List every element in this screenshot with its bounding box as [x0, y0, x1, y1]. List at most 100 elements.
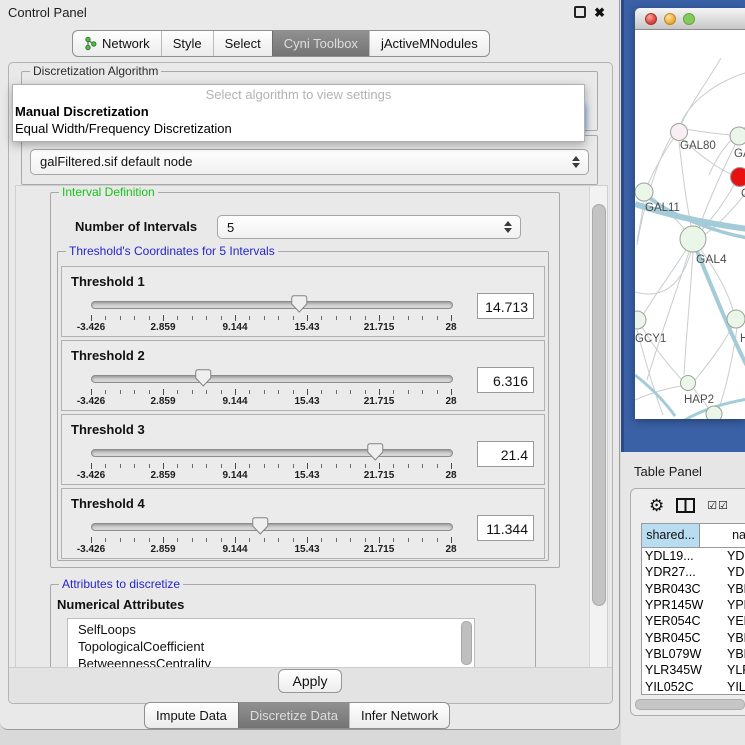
slider-tick-label: -3.426 — [77, 470, 105, 481]
tab-cyni-toolbox[interactable]: Cyni Toolbox — [272, 31, 369, 56]
slider-tick — [451, 463, 452, 469]
slider-tick — [379, 537, 380, 543]
threshold-2-slider[interactable]: -3.4262.8599.14415.4321.71528 — [91, 371, 451, 407]
attribute-list-item[interactable]: SelfLoops — [68, 621, 474, 638]
attribute-list-item[interactable]: TopologicalCoefficient — [68, 638, 474, 655]
threshold-4-value-field[interactable]: 11.344 — [477, 515, 534, 541]
network-node-c[interactable] — [731, 168, 745, 187]
table-row[interactable]: YBR045CYBR0 — [642, 629, 745, 645]
network-node-gal80[interactable] — [671, 124, 688, 141]
slider-tick — [149, 464, 150, 468]
slider-tick-label: 15.43 — [294, 470, 319, 481]
slider-tick-label: 28 — [445, 470, 456, 481]
table-row[interactable]: YER054CYER0 — [642, 613, 745, 629]
slider-tick — [177, 538, 178, 542]
network-node-h[interactable] — [727, 310, 745, 328]
network-node-ga[interactable] — [730, 127, 745, 145]
network-node-gal11[interactable] — [635, 183, 653, 201]
slider-thumb[interactable] — [291, 295, 308, 314]
tab-network[interactable]: Network — [73, 31, 161, 56]
slider-tick — [177, 464, 178, 468]
cell-shared-name: YDL19... — [642, 549, 715, 563]
columns-icon[interactable] — [676, 498, 695, 513]
network-node-hap2[interactable] — [681, 376, 696, 391]
slider-track[interactable] — [91, 523, 453, 531]
desktop: Control Panel ✖ Network Style Select Cyn… — [0, 0, 745, 745]
tab-select[interactable]: Select — [213, 31, 272, 56]
slider-tick — [134, 538, 135, 542]
table-row[interactable]: YBR043CYBR0 — [642, 581, 745, 597]
combo-stepper-icon — [504, 221, 512, 233]
slider-thumb[interactable] — [367, 443, 384, 462]
slider-tick — [451, 537, 452, 543]
numerical-attributes-list[interactable]: SelfLoopsTopologicalCoefficientBetweenne… — [67, 618, 475, 669]
table-row[interactable]: YPR145WYPR1 — [642, 597, 745, 613]
threshold-3-value-field[interactable]: 21.4 — [477, 441, 534, 467]
threshold-1-slider[interactable]: -3.4262.8599.14415.4321.71528 — [91, 297, 451, 333]
slider-tick — [91, 315, 92, 321]
tab-infer-network[interactable]: Infer Network — [349, 703, 449, 728]
float-icon[interactable] — [574, 6, 586, 18]
slider-tick — [393, 390, 394, 394]
tab-style[interactable]: Style — [161, 31, 213, 56]
slider-thumb[interactable] — [195, 369, 212, 388]
network-canvas[interactable]: GAL80GACGAL11GAL4GCY1HHAP2 — [635, 30, 745, 419]
gear-icon[interactable]: ⚙ — [649, 497, 664, 514]
slider-tick — [134, 464, 135, 468]
slider-tick — [264, 538, 265, 542]
cell-shared-name: YBR045C — [642, 631, 715, 645]
slider-tick — [393, 464, 394, 468]
table-row[interactable]: YBL079WYBL0 — [642, 646, 745, 662]
column-header-name[interactable]: na — [700, 524, 745, 547]
network-node-gal4[interactable] — [680, 226, 706, 252]
slider-thumb[interactable] — [252, 517, 269, 536]
threshold-4-slider[interactable]: -3.4262.8599.14415.4321.71528 — [91, 519, 451, 555]
list-scrollbar-thumb[interactable] — [461, 621, 472, 665]
network-node-gcy1[interactable] — [635, 311, 646, 329]
threshold-3-slider[interactable]: -3.4262.8599.14415.4321.71528 — [91, 445, 451, 481]
horizontal-scrollbar-thumb[interactable] — [635, 699, 745, 710]
slider-tick — [120, 464, 121, 468]
threshold-1-value-field[interactable]: 14.713 — [477, 293, 534, 319]
threshold-row-4: Threshold 4 -3.4262.8599.14415.4321.7152… — [61, 488, 545, 559]
close-traffic-light-icon[interactable] — [645, 13, 657, 25]
column-header-shared-name[interactable]: shared... — [642, 524, 700, 547]
table-data-select[interactable]: galFiltered.sif default node — [30, 149, 589, 175]
network-node[interactable] — [706, 406, 722, 419]
slider-track[interactable] — [91, 301, 453, 309]
network-window-titlebar[interactable] — [635, 8, 745, 30]
threshold-1-label: Threshold 1 — [71, 274, 145, 289]
vertical-scrollbar-thumb[interactable] — [592, 204, 606, 606]
slider-tick-label: 28 — [445, 396, 456, 407]
slider-tick — [249, 464, 250, 468]
tab-jactivemnodules[interactable]: jActiveMNodules — [369, 31, 489, 56]
threshold-2-value-field[interactable]: 6.316 — [477, 367, 534, 393]
slider-tick — [437, 464, 438, 468]
table-data-value: galFiltered.sif default node — [40, 154, 192, 169]
algorithm-placeholder-option[interactable]: Select algorithm to view settings — [13, 87, 584, 103]
tab-impute-data[interactable]: Impute Data — [145, 703, 238, 728]
table-row[interactable]: YDR27...YDR2 — [642, 564, 745, 580]
slider-tick — [293, 538, 294, 542]
slider-track[interactable] — [91, 449, 453, 457]
apply-button[interactable]: Apply — [278, 669, 342, 693]
slider-tick — [249, 538, 250, 542]
close-icon[interactable]: ✖ — [594, 7, 605, 18]
checkbox-columns-icon[interactable]: ☑☑ — [707, 499, 729, 512]
slider-tick-label: 21.715 — [364, 470, 395, 481]
tab-discretize-data[interactable]: Discretize Data — [238, 703, 349, 728]
zoom-traffic-light-icon[interactable] — [683, 13, 695, 25]
table-row[interactable]: YDL19...YDL1 — [642, 548, 745, 564]
slider-tick — [379, 463, 380, 469]
minimize-traffic-light-icon[interactable] — [664, 13, 676, 25]
slider-track[interactable] — [91, 375, 453, 383]
vertical-scrollbar[interactable] — [589, 186, 607, 668]
slider-tick-label: 9.144 — [222, 396, 247, 407]
algorithm-option-equal-width[interactable]: Equal Width/Frequency Discretization — [13, 120, 584, 137]
network-view-frame: GAL80GACGAL11GAL4GCY1HHAP2 — [621, 0, 745, 452]
table-row[interactable]: YIL052CYIL0 — [642, 678, 745, 694]
algorithm-option-manual[interactable]: Manual Discretization — [13, 103, 584, 120]
threshold-row-3: Threshold 3 -3.4262.8599.14415.4321.7152… — [61, 414, 545, 485]
table-row[interactable]: YLR345WYLR3 — [642, 662, 745, 678]
num-intervals-select[interactable]: 5 — [217, 215, 521, 239]
